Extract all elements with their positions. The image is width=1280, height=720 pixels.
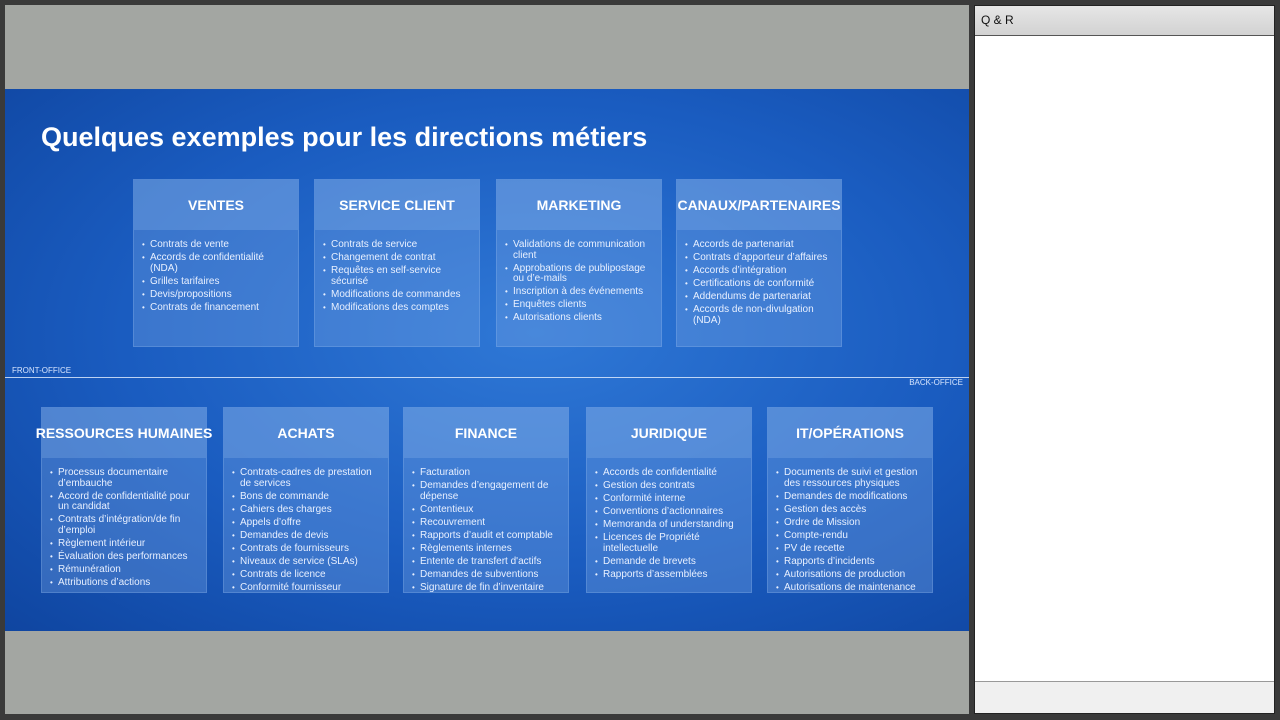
list-item: Validations de communication client <box>505 239 655 261</box>
slide-title: Quelques exemples pour les directions mé… <box>41 122 648 152</box>
list-item: Licences de Propriété intellectuelle <box>595 533 745 554</box>
list-item: Entente de transfert d'actifs <box>412 557 562 568</box>
list-item: Évaluation des performances <box>50 551 200 563</box>
list-item: Attributions d’actions <box>50 578 200 589</box>
category-card: FINANCEFacturationDemandes d’engagement … <box>403 407 569 593</box>
list-item: Bons de commande <box>232 491 382 503</box>
list-item: Contentieux <box>412 504 562 516</box>
card-list: Contrats de venteAccords de confidential… <box>134 230 298 313</box>
category-card: CANAUX/PARTENAIRESAccords de partenariat… <box>676 179 842 347</box>
list-item: Accord de confidentialité pour un candid… <box>50 491 200 513</box>
list-item: Accords de confidentialité <box>595 467 745 479</box>
list-item: Facturation <box>412 467 562 479</box>
card-title: MARKETING <box>497 180 661 230</box>
list-item: Recouvrement <box>412 517 562 529</box>
list-item: Enquêtes clients <box>505 300 655 311</box>
category-card: SERVICE CLIENT Contrats de service Changem… <box>314 179 480 347</box>
card-list: Contrats de service Changement de contrat… <box>315 230 479 313</box>
card-title: CANAUX/PARTENAIRES <box>677 180 841 230</box>
list-item: Contrats de fournisseurs <box>232 543 382 555</box>
category-card: ACHATS Contrats-cadres de prestation de s… <box>223 407 389 593</box>
list-item: Accords de confidentialité (NDA) <box>142 252 292 274</box>
list-item: Règlement intérieur <box>50 538 200 550</box>
list-item: Documents de suivi et gestion des ressou… <box>776 467 926 489</box>
list-item: Accords d’intégration <box>685 266 835 277</box>
list-item: PV de recette <box>776 543 926 555</box>
list-item: Devis/propositions <box>142 289 292 301</box>
list-item: Changement de contrat <box>323 253 473 264</box>
card-title: ACHATS <box>224 408 388 458</box>
list-item: Accords de non-divulgation (NDA) <box>685 305 835 326</box>
category-card: IT/OPÉRATIONS Documents de suivi et gesti… <box>767 407 933 593</box>
list-item: Grilles tarifaires <box>142 276 292 288</box>
list-item: Conformité interne <box>595 494 745 505</box>
list-item: Modifications des comptes <box>323 302 473 314</box>
list-item: Autorisations de production <box>776 570 926 581</box>
card-list: Processus documentaire d’embaucheAccord … <box>42 458 206 589</box>
list-item: Rapports d’incidents <box>776 557 926 568</box>
list-item: Gestion des contrats <box>595 481 745 492</box>
list-item: Addendums de partenariat <box>685 292 835 303</box>
list-item: Gestion des accès <box>776 504 926 516</box>
list-item: Contrats de service <box>323 239 473 251</box>
slide: Quelques exemples pour les directions mé… <box>5 89 969 631</box>
divider <box>5 377 969 378</box>
qa-title: Q & R <box>975 6 1274 36</box>
category-card: MARKETINGValidations de communication cl… <box>496 179 662 347</box>
list-item: Demandes d’engagement de dépense <box>412 480 562 502</box>
card-title: FINANCE <box>404 408 568 458</box>
list-item: Contrats de financement <box>142 302 292 314</box>
list-item: Appels d’offre <box>232 517 382 529</box>
list-item: Niveaux de service (SLAs) <box>232 557 382 568</box>
list-item: Demandes de devis <box>232 530 382 542</box>
list-item: Cahiers des charges <box>232 504 382 516</box>
category-card: JURIDIQUE Accords de confidentialité Gesti… <box>586 407 752 593</box>
card-list: Validations de communication clientAppro… <box>497 230 661 324</box>
category-card: VENTESContrats de venteAccords de confid… <box>133 179 299 347</box>
front-office-label: FRONT-OFFICE <box>12 366 72 375</box>
list-item: Rapports d’assemblées <box>595 570 745 581</box>
list-item: Demandes de modifications <box>776 491 926 503</box>
card-title: VENTES <box>134 180 298 230</box>
list-item: Contrats de licence <box>232 570 382 581</box>
card-list: Contrats-cadres de prestation de service… <box>224 458 388 594</box>
card-title: SERVICE CLIENT <box>315 180 479 230</box>
card-title: JURIDIQUE <box>587 408 751 458</box>
list-item: Processus documentaire d’embauche <box>50 467 200 489</box>
card-list: Documents de suivi et gestion des ressou… <box>768 458 932 594</box>
list-item: Demande de brevets <box>595 557 745 568</box>
card-list: Accords de confidentialité Gestion des co… <box>587 458 751 581</box>
list-item: Signature de fin d’inventaire <box>412 583 562 594</box>
card-list: Accords de partenariat Contrats d’apporte… <box>677 230 841 326</box>
qa-input-area[interactable] <box>975 681 1274 713</box>
card-title: IT/OPÉRATIONS <box>768 408 932 458</box>
list-item: Requêtes en self-service sécurisé <box>323 265 473 287</box>
list-item: Autorisations de maintenance <box>776 583 926 594</box>
list-item: Ordre de Mission <box>776 517 926 529</box>
list-item: Certifications de conformité <box>685 279 835 290</box>
list-item: Contrats-cadres de prestation de service… <box>232 467 382 489</box>
list-item: Approbations de publipostage ou d’e-mail… <box>505 263 655 285</box>
list-item: Autorisations clients <box>505 313 655 324</box>
category-card: RESSOURCES HUMAINESProcessus documentair… <box>36 407 212 593</box>
list-item: Accords de partenariat <box>685 239 835 251</box>
list-item: Conformité fournisseur <box>232 583 382 594</box>
card-list: FacturationDemandes d’engagement de dépe… <box>404 458 568 594</box>
list-item: Modifications de commandes <box>323 289 473 301</box>
list-item: Contrats d’intégration/de fin d’emploi <box>50 514 200 536</box>
list-item: Compte-rendu <box>776 530 926 542</box>
back-office-label: BACK-OFFICE <box>909 378 963 387</box>
card-title: RESSOURCES HUMAINES <box>36 408 212 458</box>
qa-panel: Q & R <box>974 5 1275 714</box>
list-item: Contrats d’apporteur d’affaires <box>685 253 835 264</box>
list-item: Memoranda of understanding <box>595 520 745 531</box>
list-item: Rapports d’audit et comptable <box>412 530 562 542</box>
list-item: Rémunération <box>50 564 200 576</box>
list-item: Inscription à des événements <box>505 287 655 298</box>
list-item: Contrats de vente <box>142 239 292 251</box>
list-item: Règlements internes <box>412 543 562 555</box>
list-item: Demandes de subventions <box>412 570 562 581</box>
list-item: Conventions d’actionnaires <box>595 507 745 518</box>
